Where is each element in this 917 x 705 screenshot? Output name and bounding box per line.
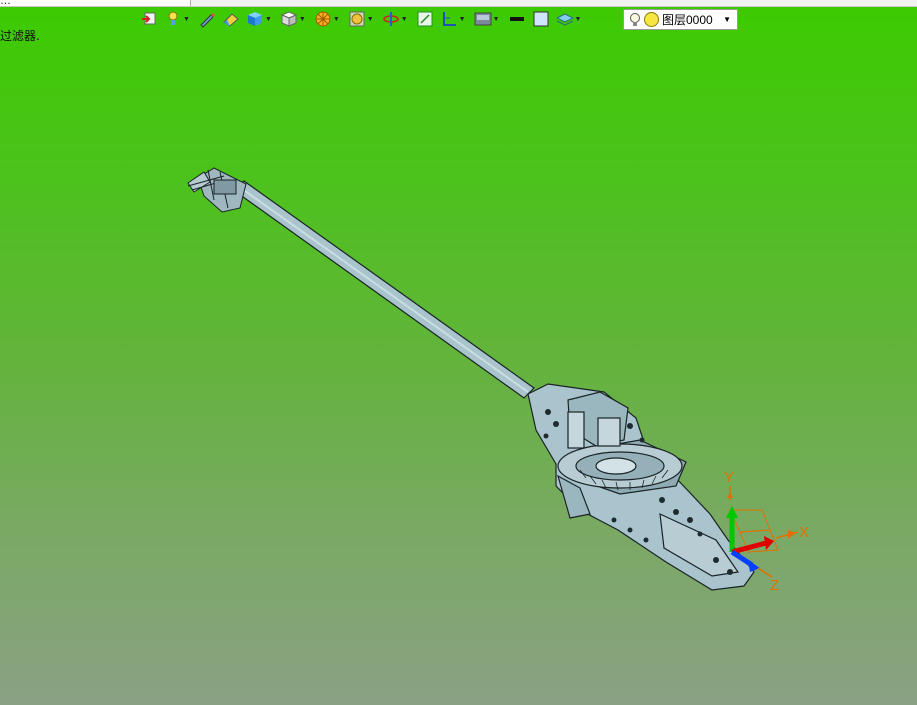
model-viewport[interactable]: Y X Z: [0, 0, 917, 705]
z-axis-label: Z: [770, 577, 779, 594]
x-axis-label: X: [799, 524, 809, 541]
main-frame: [527, 383, 755, 591]
tail-boom: [230, 180, 535, 399]
y-axis-label: Y: [724, 469, 734, 486]
tail-rotor-assembly: [187, 167, 247, 213]
